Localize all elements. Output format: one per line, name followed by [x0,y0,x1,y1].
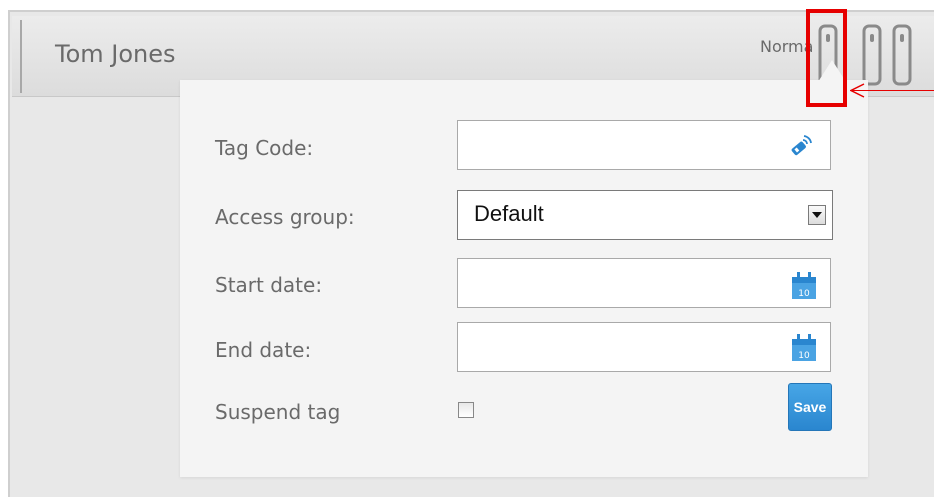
save-button[interactable]: Save [788,383,832,431]
start-date-label: Start date: [215,273,323,297]
tag-icon[interactable] [862,24,882,86]
rfid-reader-icon[interactable] [788,133,814,159]
calendar-day-text: 10 [798,351,810,361]
header-divider [20,20,22,93]
access-group-select[interactable]: Default [457,190,833,240]
status-text: Normal [760,37,812,56]
access-group-value: Default [474,201,544,226]
calendar-icon[interactable]: 10 [791,333,817,363]
tag-code-label: Tag Code: [215,136,314,160]
calendar-icon[interactable]: 10 [791,271,817,301]
tag-code-input[interactable] [457,120,831,170]
annotation-highlight-box [806,9,847,107]
tag-icon[interactable] [892,24,912,86]
suspend-tag-checkbox[interactable] [458,402,474,418]
annotation-arrow-icon [850,83,865,98]
end-date-input[interactable]: 10 [457,322,831,372]
chevron-down-icon[interactable] [808,205,826,225]
start-date-input[interactable]: 10 [457,258,831,308]
person-name: Tom Jones [55,40,176,68]
end-date-label: End date: [215,338,312,362]
access-group-label: Access group: [215,205,355,229]
calendar-day-text: 10 [798,289,810,299]
suspend-tag-label: Suspend tag [215,400,341,424]
